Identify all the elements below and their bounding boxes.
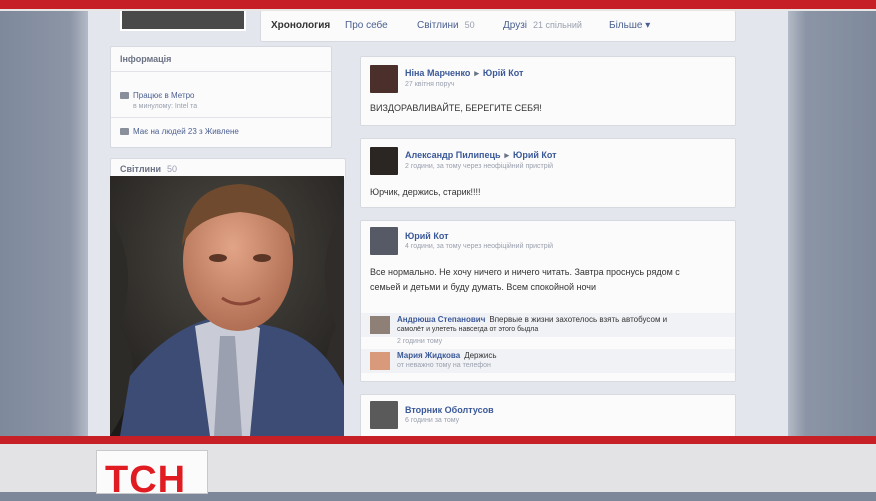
channel-logo: ТСН xyxy=(96,450,208,499)
post-text: Все нормально. Не хочу ничего и ничего ч… xyxy=(370,267,680,292)
post-meta: 6 години за тому xyxy=(405,417,460,424)
comment-text-cont: самолёт и улететь навсегда от этого быдл… xyxy=(397,326,539,333)
post-4: Вторник Оболтусов 6 години за тому xyxy=(360,394,736,440)
people-icon xyxy=(120,128,129,136)
comment: Мария Жидкова Держись от неважно тому на … xyxy=(361,349,735,373)
arrow-right-icon: ▸ xyxy=(474,68,479,78)
cover-photo-edge xyxy=(120,11,246,31)
post-author[interactable]: Юрий Кот xyxy=(405,231,449,241)
comment-meta: от неважно тому на телефон xyxy=(397,362,491,369)
profile-photo-image xyxy=(110,176,344,436)
tab-more[interactable]: Більше ▾ xyxy=(609,20,650,31)
post-1: Ніна Марченко ▸ Юрій Кот 27 квітня поруч В… xyxy=(360,56,736,126)
tv-bottom-bar xyxy=(0,436,876,444)
tv-top-bar xyxy=(0,0,876,9)
avatar[interactable] xyxy=(370,316,390,334)
comment-meta: 2 години тому xyxy=(397,338,443,345)
info-work-sub: в минулому: Intel та xyxy=(133,103,198,110)
info-title: Інформація xyxy=(120,54,172,64)
tab-about[interactable]: Про себе xyxy=(345,20,388,31)
chevron-down-icon: ▾ xyxy=(645,20,651,31)
post-author[interactable]: Александр Пилипець ▸ Юрий Кот xyxy=(405,150,557,161)
tab-photos[interactable]: Світлини 50 xyxy=(417,20,475,31)
post-2: Александр Пилипець ▸ Юрий Кот 2 години, за… xyxy=(360,138,736,208)
avatar[interactable] xyxy=(370,65,398,93)
briefcase-icon xyxy=(120,92,129,100)
comment-text: Мария Жидкова Держись xyxy=(397,351,497,360)
avatar[interactable] xyxy=(370,147,398,175)
post-text: ВИЗДОРАВЛИВАЙТЕ, БЕРЕГИТЕ СЕБЯ! xyxy=(370,103,542,113)
tab-timeline[interactable]: Хронология xyxy=(271,20,330,31)
post-author[interactable]: Вторник Оболтусов xyxy=(405,405,494,415)
info-card: Інформація Працює в Метро в минулому: In… xyxy=(110,46,332,148)
post-3: Юрий Кот 4 години, за тому через неофіці… xyxy=(360,220,736,382)
info-work[interactable]: Працює в Метро xyxy=(120,91,195,100)
photos-label: Світлини 50 xyxy=(120,164,178,174)
info-people[interactable]: Має на людей 23 з Живлене xyxy=(120,127,239,136)
comment-text: Андрюша Степанович Впервые в жизни захоте… xyxy=(397,315,668,324)
tab-friends[interactable]: Друзі 21 спільний xyxy=(503,20,582,31)
profile-photo[interactable] xyxy=(110,176,344,436)
comment: Андрюша Степанович Впервые в жизни захоте… xyxy=(361,313,735,337)
post-meta: 4 години, за тому через неофіційний прис… xyxy=(405,243,554,250)
post-meta: 2 години, за тому через неофіційний прис… xyxy=(405,163,554,170)
post-meta: 27 квітня поруч xyxy=(405,81,455,88)
post-text: Юрчик, держись, старик!!!! xyxy=(370,187,481,197)
avatar[interactable] xyxy=(370,352,390,370)
post-author[interactable]: Ніна Марченко ▸ Юрій Кот xyxy=(405,68,523,79)
arrow-right-icon: ▸ xyxy=(504,150,510,160)
avatar[interactable] xyxy=(370,227,398,255)
avatar[interactable] xyxy=(370,401,398,429)
profile-nav: Хронология Про себе Світлини 50 Друзі 21 с… xyxy=(260,11,736,42)
